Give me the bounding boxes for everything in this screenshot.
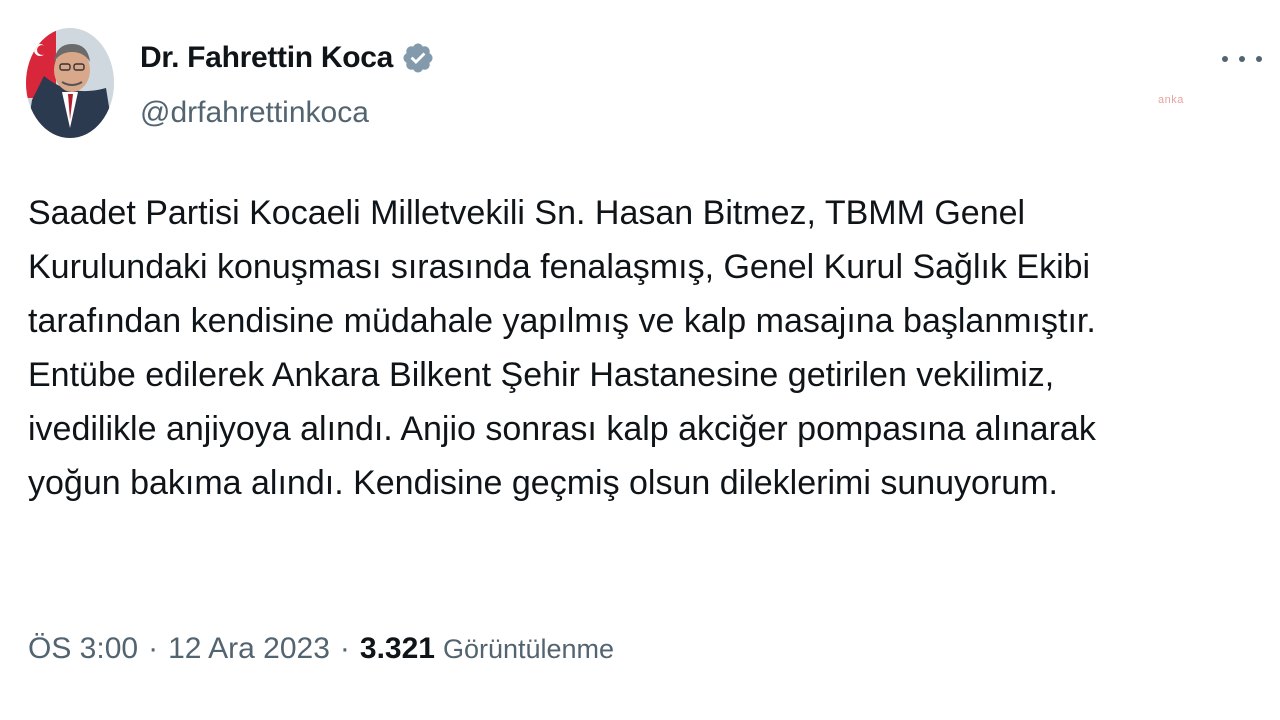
author-handle[interactable]: @drfahrettinkoca xyxy=(140,96,369,130)
tweet-text-line: yoğun bakıma alındı. Kendisine geçmiş ol… xyxy=(28,464,1058,502)
tweet-text-line: Entübe edilerek Ankara Bilkent Şehir Has… xyxy=(28,356,1055,394)
tweet-text-line: ivedilikle anjiyoya alındı. Anjio sonras… xyxy=(28,410,1096,448)
more-dot xyxy=(1256,56,1262,62)
watermark: anka xyxy=(1158,94,1184,106)
avatar-photo-icon xyxy=(26,28,114,138)
avatar[interactable] xyxy=(26,28,114,138)
views-count: 3.321 xyxy=(359,632,435,665)
tweet-text-line: Saadet Partisi Kocaeli Milletvekili Sn. … xyxy=(28,194,1026,232)
tweet-meta: ÖS 3:00 · 12 Ara 2023 · 3.321 Görüntülen… xyxy=(28,632,614,666)
tweet-text: Saadet Partisi Kocaeli Milletvekili Sn. … xyxy=(28,186,1258,510)
more-dot xyxy=(1239,56,1245,62)
meta-separator: · xyxy=(148,632,159,665)
author-name-row: Dr. Fahrettin Koca xyxy=(140,40,435,76)
more-dot xyxy=(1222,56,1228,62)
verified-badge-icon[interactable] xyxy=(401,41,435,75)
tweet-time[interactable]: ÖS 3:00 xyxy=(28,632,138,666)
more-dots-icon[interactable] xyxy=(1222,44,1262,74)
tweet-date[interactable]: 12 Ara 2023 xyxy=(168,632,330,666)
views-label: Görüntülenme xyxy=(442,634,615,664)
meta-separator: · xyxy=(339,632,350,665)
tweet-text-line: tarafından kendisine müdahale yapılmış v… xyxy=(28,302,1096,340)
tweet-card: Dr. Fahrettin Koca @drfahrettinkoca anka… xyxy=(0,0,1280,720)
tweet-text-line: Kurulundaki konuşması sırasında fenalaşm… xyxy=(28,248,1091,286)
author-display-name[interactable]: Dr. Fahrettin Koca xyxy=(140,41,393,75)
